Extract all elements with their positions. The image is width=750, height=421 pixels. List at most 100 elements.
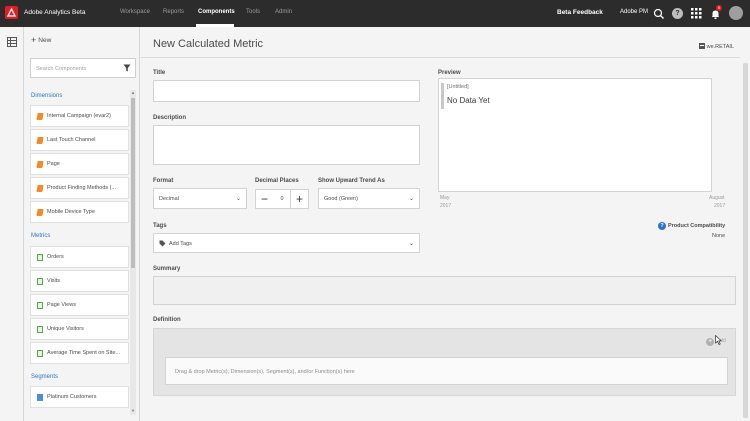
dimension-icon bbox=[36, 161, 44, 168]
chevron-down-icon: ⌄ bbox=[235, 196, 241, 202]
bell-icon[interactable] bbox=[710, 9, 722, 21]
adobe-logo-icon[interactable] bbox=[5, 6, 18, 19]
preview-box: [Untitled] No Data Yet bbox=[438, 78, 712, 192]
help-icon[interactable]: ? bbox=[672, 8, 683, 19]
format-select[interactable]: Decimal ⌄ bbox=[153, 188, 247, 209]
chevron-down-icon: ⌄ bbox=[408, 241, 414, 247]
header-divider bbox=[141, 57, 740, 58]
new-label: New bbox=[38, 37, 52, 44]
list-item[interactable]: Page bbox=[30, 153, 129, 175]
apps-grid-icon[interactable] bbox=[691, 8, 703, 20]
panel-toggle-icon[interactable] bbox=[7, 37, 17, 49]
decimal-places-value[interactable]: 0 bbox=[273, 189, 291, 209]
item-label: Visits bbox=[47, 278, 61, 284]
list-item[interactable]: Average Time Spent on Site... bbox=[30, 342, 129, 364]
decrement-button[interactable]: − bbox=[255, 189, 274, 209]
upward-trend-label: Show Upward Trend As bbox=[318, 178, 385, 184]
description-label: Description bbox=[153, 115, 187, 121]
nav-workspace[interactable]: Workspace bbox=[120, 9, 150, 15]
list-item[interactable]: Platinum Customers bbox=[30, 386, 129, 408]
search-icon[interactable] bbox=[653, 8, 665, 20]
calculated-metric-editor: New Calculated Metric we.RETAIL Title De… bbox=[141, 27, 740, 421]
dimension-icon bbox=[36, 137, 44, 144]
notification-badge: 5 bbox=[716, 5, 722, 11]
item-label: Unique Visitors bbox=[47, 326, 84, 332]
panel-scrollbar[interactable]: ▲ ▼ bbox=[130, 90, 136, 415]
upward-trend-select[interactable]: Good (Green) ⌄ bbox=[318, 188, 420, 209]
scroll-thumb[interactable] bbox=[131, 98, 135, 268]
tags-input[interactable]: Add Tags ⌄ bbox=[153, 233, 420, 253]
metric-icon bbox=[37, 326, 43, 333]
description-textarea[interactable] bbox=[153, 125, 420, 165]
nav-admin[interactable]: Admin bbox=[275, 9, 292, 15]
section-segments[interactable]: Segments bbox=[31, 374, 58, 380]
increment-button[interactable]: + bbox=[290, 189, 309, 209]
tags-label: Tags bbox=[153, 223, 167, 229]
plus-circle-icon: + bbox=[706, 338, 715, 346]
item-label: Last Touch Channel bbox=[47, 137, 96, 143]
list-item[interactable]: Page Views bbox=[30, 294, 129, 316]
x-axis-start-month: May bbox=[440, 195, 450, 201]
definition-area: +Add Drag & drop Metric(s), Dimension(s)… bbox=[153, 328, 736, 396]
metric-icon bbox=[37, 350, 43, 357]
section-dimensions[interactable]: Dimensions bbox=[31, 93, 62, 99]
list-item[interactable]: Product Finding Methods (... bbox=[30, 177, 129, 199]
format-value: Decimal bbox=[159, 196, 179, 202]
main-scroll-thumb[interactable] bbox=[743, 63, 748, 418]
report-suite-name: we.RETAIL bbox=[706, 44, 734, 50]
preview-no-data: No Data Yet bbox=[447, 96, 490, 105]
list-item[interactable]: Orders bbox=[30, 246, 129, 268]
dimension-icon bbox=[36, 209, 44, 216]
section-metrics[interactable]: Metrics bbox=[31, 233, 50, 239]
plus-icon: + bbox=[31, 35, 37, 45]
definition-label: Definition bbox=[153, 317, 181, 323]
item-label: Mobile Device Type bbox=[47, 209, 95, 215]
scroll-up-icon[interactable]: ▲ bbox=[131, 90, 135, 95]
list-item[interactable]: Unique Visitors bbox=[30, 318, 129, 340]
org-name[interactable]: Adobe PM bbox=[620, 9, 648, 15]
dimension-icon bbox=[36, 113, 44, 120]
item-label: Platinum Customers bbox=[47, 394, 97, 400]
upward-trend-value: Good (Green) bbox=[324, 196, 358, 202]
item-label: Average Time Spent on Site... bbox=[47, 350, 120, 356]
components-panel: + New Search Components Dimensions Intern… bbox=[24, 27, 140, 421]
summary-box bbox=[153, 276, 736, 305]
list-item[interactable]: Internal Campaign (evar2) bbox=[30, 105, 129, 127]
scroll-down-icon[interactable]: ▼ bbox=[131, 408, 135, 413]
avatar[interactable] bbox=[729, 6, 743, 20]
info-icon[interactable]: ? bbox=[658, 222, 666, 230]
nav-components[interactable]: Components bbox=[198, 9, 235, 15]
filter-icon[interactable] bbox=[123, 64, 131, 74]
format-label: Format bbox=[153, 178, 174, 184]
list-item[interactable]: Visits bbox=[30, 270, 129, 292]
decimal-places-label: Decimal Places bbox=[255, 178, 299, 184]
metric-icon bbox=[37, 302, 43, 309]
nav-tools[interactable]: Tools bbox=[246, 9, 260, 15]
main-scrollbar[interactable] bbox=[741, 27, 750, 421]
dimension-icon bbox=[36, 185, 44, 192]
metric-icon bbox=[37, 254, 43, 261]
search-placeholder: Search Components bbox=[36, 66, 87, 72]
search-components-input[interactable]: Search Components bbox=[30, 58, 136, 78]
definition-drop-zone[interactable]: Drag & drop Metric(s), Dimension(s), Seg… bbox=[165, 357, 728, 385]
title-input[interactable] bbox=[153, 80, 420, 102]
report-suite-icon bbox=[699, 43, 706, 49]
preview-bar bbox=[441, 83, 444, 109]
item-label: Internal Campaign (evar2) bbox=[47, 113, 111, 119]
nav-reports[interactable]: Reports bbox=[163, 9, 184, 15]
left-rail bbox=[0, 27, 24, 421]
list-item[interactable]: Last Touch Channel bbox=[30, 129, 129, 151]
report-suite-selector[interactable]: we.RETAIL bbox=[699, 43, 734, 50]
list-item[interactable]: Mobile Device Type bbox=[30, 201, 129, 223]
item-label: Product Finding Methods (... bbox=[47, 185, 117, 191]
x-axis-end-year: 2017 bbox=[714, 203, 726, 209]
beta-feedback-link[interactable]: Beta Feedback bbox=[557, 9, 603, 16]
drop-hint: Drag & drop Metric(s), Dimension(s), Seg… bbox=[175, 369, 355, 375]
top-navigation-bar: Adobe Analytics Beta Workspace Reports C… bbox=[0, 0, 750, 27]
new-button[interactable]: + New bbox=[31, 35, 51, 45]
summary-label: Summary bbox=[153, 266, 181, 272]
app-title[interactable]: Adobe Analytics Beta bbox=[24, 9, 85, 16]
preview-metric-name: [Untitled] bbox=[447, 84, 469, 90]
segment-icon bbox=[37, 394, 43, 401]
mouse-cursor-icon bbox=[715, 334, 723, 347]
